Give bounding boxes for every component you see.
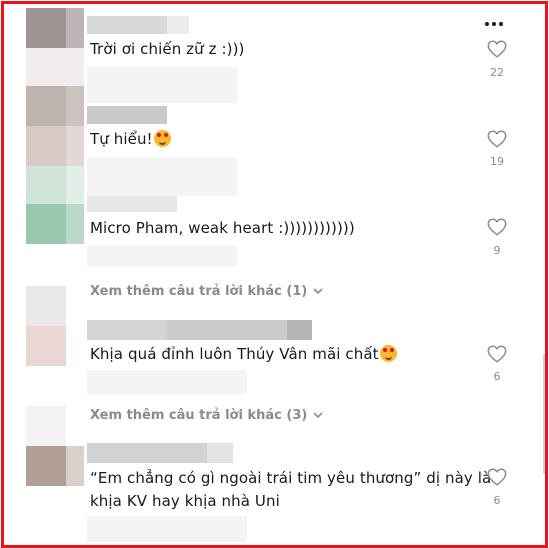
username-redacted [207,443,233,463]
avatar[interactable] [26,286,66,326]
scrollbar[interactable] [543,354,545,474]
view-more-label: Xem thêm câu trả lời khác (3) [90,408,308,423]
comment-text-line-2: khịa KV hay khịa nhà Uni [90,492,280,510]
meta-redacted [87,158,237,196]
heart-outline-icon[interactable] [486,38,508,60]
avatar[interactable] [26,8,66,48]
view-more-replies-button[interactable]: Xem thêm câu trả lời khác (3) [90,408,323,423]
avatar-shadow [26,204,66,244]
avatar-shadow [26,126,66,166]
heart-outline-icon[interactable] [486,216,508,238]
like-count: 6 [493,370,501,383]
avatar-shadow [26,326,66,366]
chevron-down-icon [313,288,323,295]
like-count: 22 [490,66,504,79]
username-redacted [87,320,167,340]
username-redacted-tail [167,16,189,34]
meta-redacted [87,67,237,103]
heart-outline-icon[interactable] [486,343,508,365]
comment-text: Trời ơi chiến zữ z :))) [90,40,245,58]
view-more-replies-button[interactable]: Xem thêm câu trả lời khác (1) [90,284,323,299]
more-options-icon[interactable] [485,22,503,26]
like-count: 9 [493,244,501,257]
comment-text: Khịa quá đỉnh luôn Thúy Vân mãi chất [90,345,397,363]
username-redacted [87,16,167,34]
avatar-shadow [26,446,66,486]
meta-redacted [87,516,247,542]
meta-redacted [87,370,247,394]
avatar-edge [66,86,84,126]
avatar-shadow [66,204,84,244]
avatar-shadow [66,126,84,166]
heart-outline-icon[interactable] [486,128,508,150]
chevron-down-icon [313,412,323,419]
avatar[interactable] [26,86,66,126]
avatar-shadow [26,48,84,88]
username-redacted [87,106,167,124]
comment-text-line-1: “Em chẳng có gì ngoài trái tim yêu thươn… [90,469,492,487]
heart-outline-icon[interactable] [486,466,508,488]
avatar[interactable] [26,406,66,446]
username-redacted [87,443,207,463]
comment-text-content: Khịa quá đỉnh luôn Thúy Vân mãi chất [90,345,379,363]
comments-panel: Trời ơi chiến zữ z :))) 22 Tự hiểu! 19 M… [1,1,548,548]
avatar-shadow [66,446,84,486]
smiling-face-with-hearts-icon [379,345,397,362]
avatar[interactable] [26,166,66,204]
username-redacted [87,196,177,212]
like-count: 19 [490,155,504,168]
username-redacted [287,320,312,340]
comment-text: Tự hiểu! [90,130,171,148]
comment-text: Micro Pham, weak heart :)))))))))))) [90,219,355,237]
view-more-label: Xem thêm câu trả lời khác (1) [90,284,308,299]
avatar-edge [66,166,84,204]
meta-redacted [87,246,237,266]
comment-text-content: Tự hiểu! [90,130,153,148]
like-count: 6 [493,494,501,507]
avatar-edge [66,8,84,48]
smiling-face-with-hearts-icon [153,130,171,147]
username-redacted [167,320,287,340]
